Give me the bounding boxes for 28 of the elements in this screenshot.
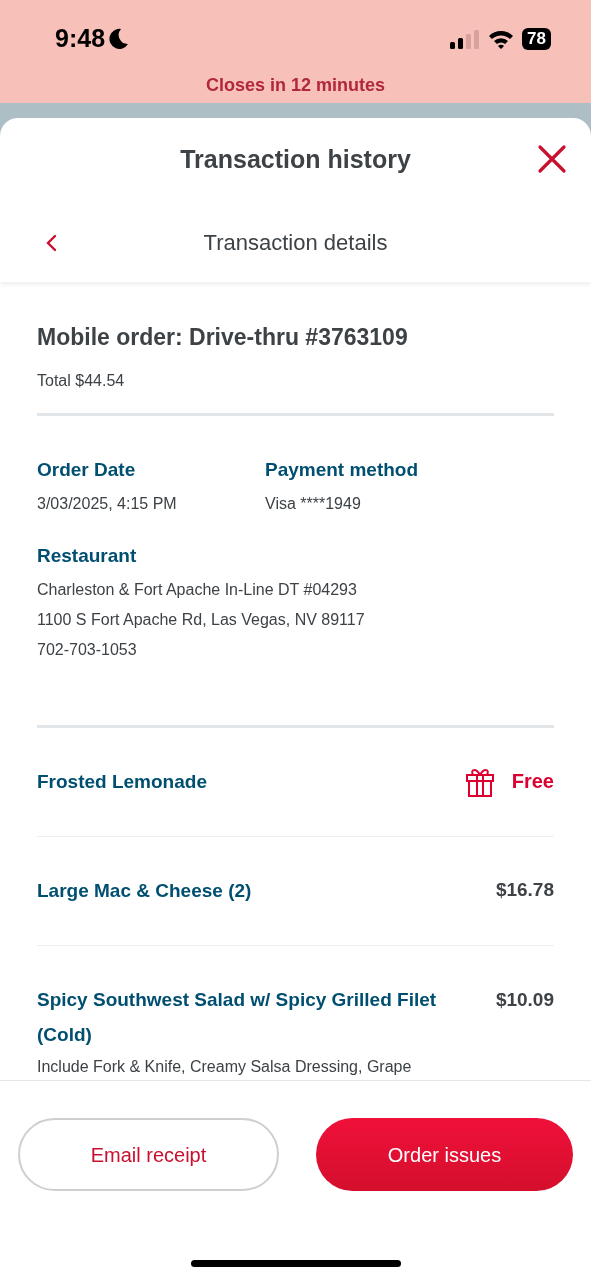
address-line: 1100 S Fort Apache Rd, Las Vegas, NV 89117 — [37, 609, 366, 630]
close-button[interactable] — [537, 144, 567, 174]
field-value: Visa ****1949 — [265, 494, 362, 514]
battery-indicator: 78 — [522, 28, 551, 50]
item-price: $10.09 — [495, 987, 554, 1012]
field-label: Payment method — [265, 457, 419, 482]
address-line: Charleston & Fort Apache In-Line DT #04293 — [37, 579, 358, 600]
signal-icon — [450, 29, 481, 49]
item-name: Spicy Southwest Salad w/ Spicy Grilled Filet (Cold) — [37, 987, 438, 1047]
field-value: 3/03/2025, 4:15 PM — [37, 494, 178, 514]
address-line: 702-703-1053 — [37, 639, 138, 660]
field-label: Restaurant — [37, 544, 138, 568]
moon-icon — [109, 28, 130, 50]
item-name: Frosted Lemonade — [37, 769, 207, 794]
reward-label: Free — [511, 769, 554, 794]
wifi-icon — [488, 29, 515, 49]
order-total: Total $44.54 — [37, 370, 126, 391]
field-label: Order Date — [37, 457, 137, 482]
item-description: Include Fork & Knife, Creamy Salsa Dressing, Grape — [37, 1056, 413, 1077]
page-subtitle: Transaction details — [203, 228, 388, 257]
status-time: 9:48 — [55, 23, 106, 55]
sheet-title: Transaction history — [180, 144, 411, 176]
item-name: Large Mac & Cheese (2) — [37, 878, 252, 903]
item-price: $16.78 — [495, 877, 554, 902]
email-receipt-button[interactable]: Email receipt — [18, 1118, 279, 1191]
order-issues-button[interactable]: Order issues — [316, 1118, 573, 1191]
order-title: Mobile order: Drive-thru #3763109 — [37, 323, 409, 352]
closing-time-text: Closes in 12 minutes — [204, 74, 387, 97]
